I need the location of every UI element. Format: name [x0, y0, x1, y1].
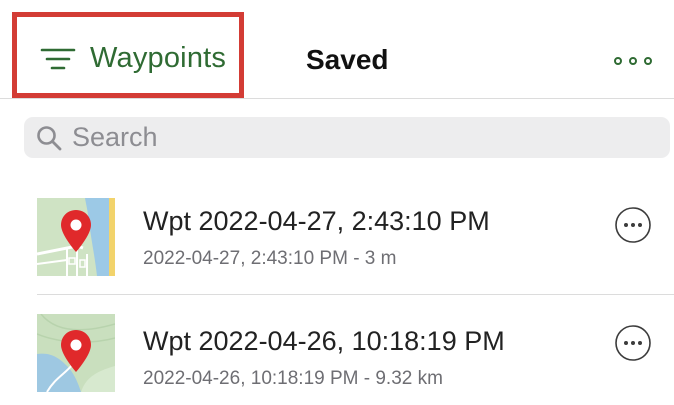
more-dot [644, 57, 652, 65]
filter-lines-icon [40, 48, 76, 69]
page-title: Saved [306, 44, 389, 75]
waypoints-filter-button[interactable]: Waypoints [40, 42, 226, 75]
waypoint-title: Wpt 2022-04-26, 10:18:19 PM [143, 326, 505, 356]
ellipsis-circle-icon[interactable] [614, 206, 652, 244]
search-bar[interactable] [24, 117, 670, 158]
header-bar: Waypoints Saved [0, 0, 674, 100]
map-pin-thumbnail [37, 314, 115, 392]
waypoints-screen: Waypoints Saved Wp [0, 0, 674, 405]
row-divider [37, 294, 674, 295]
more-dot [614, 57, 622, 65]
waypoint-subtitle: 2022-04-26, 10:18:19 PM - 9.32 km [143, 368, 443, 389]
more-dot [629, 57, 637, 65]
waypoint-subtitle: 2022-04-27, 2:43:10 PM - 3 m [143, 248, 397, 269]
search-icon [37, 125, 62, 150]
header-divider [0, 98, 674, 99]
waypoints-filter-label: Waypoints [90, 42, 227, 74]
waypoint-list-item[interactable]: Wpt 2022-04-27, 2:43:10 PM 2022-04-27, 2… [0, 190, 674, 288]
waypoint-list-item[interactable]: Wpt 2022-04-26, 10:18:19 PM 2022-04-26, … [0, 310, 674, 405]
waypoint-title: Wpt 2022-04-27, 2:43:10 PM [143, 206, 490, 236]
search-input[interactable] [72, 122, 632, 153]
map-pin-thumbnail [37, 198, 115, 276]
ellipsis-circle-icon[interactable] [614, 324, 652, 362]
more-options-button[interactable] [614, 54, 652, 68]
